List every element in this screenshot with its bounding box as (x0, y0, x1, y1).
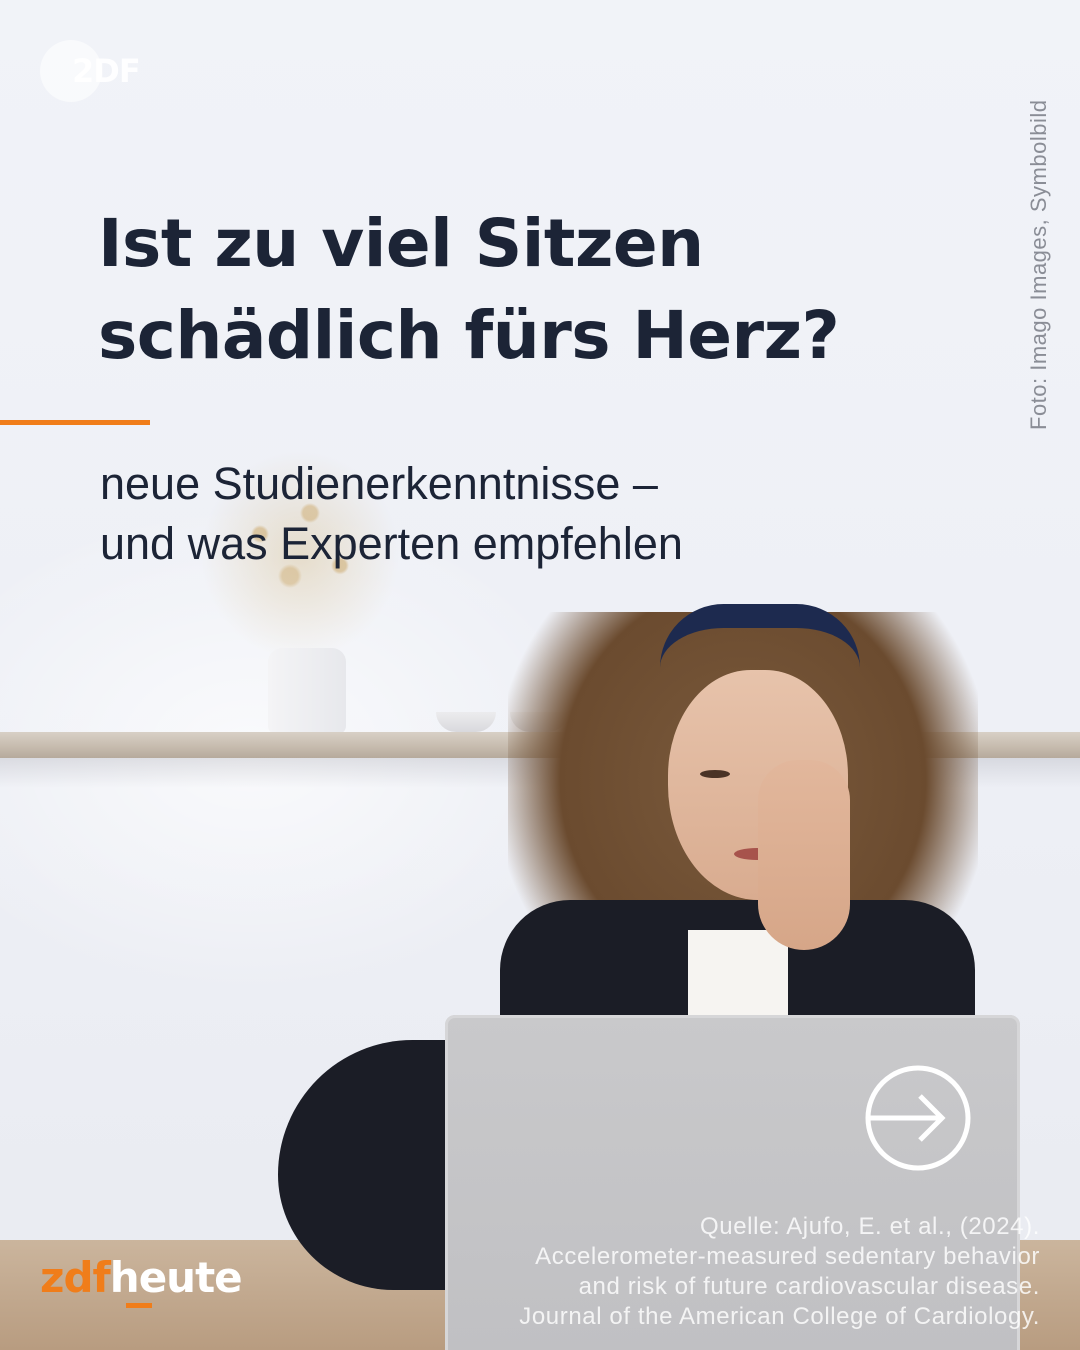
next-button[interactable] (864, 1064, 972, 1172)
headline-line: schädlich fürs Herz? (98, 297, 840, 374)
zdfheute-logo: zdfheute (40, 1252, 243, 1304)
source-line: Quelle: Ajufo, E. et al., (2024). (700, 1213, 1040, 1240)
arrow-right-circle-icon (865, 1065, 971, 1171)
slide: 2DF Ist zu viel Sitzen schädlich fürs He… (0, 0, 1080, 1350)
source-citation: Quelle: Ajufo, E. et al., (2024). Accele… (440, 1212, 1040, 1332)
source-line: Journal of the American College of Cardi… (519, 1303, 1040, 1330)
subheadline-line: und was Experten empfehlen (100, 518, 683, 569)
headline: Ist zu viel Sitzen schädlich fürs Herz? (98, 198, 978, 382)
headline-line: Ist zu viel Sitzen (98, 205, 704, 282)
person-blouse (688, 930, 788, 1020)
zdf-watermark-text: 2DF (72, 52, 141, 90)
accent-divider (0, 420, 150, 425)
source-line: and risk of future cardiovascular diseas… (578, 1273, 1040, 1300)
photo-credit: Foto: Imago Images, Symbolbild (1026, 99, 1051, 430)
subheadline: neue Studienerkenntnisse – und was Exper… (100, 454, 900, 574)
source-line: Accelerometer-measured sedentary behavio… (535, 1243, 1040, 1270)
vase (268, 648, 346, 734)
brand-heute: heute (109, 1253, 243, 1302)
brand-underline (126, 1303, 152, 1308)
person-hand (758, 760, 850, 950)
subheadline-line: neue Studienerkenntnisse – (100, 458, 658, 509)
person-eye (700, 770, 730, 778)
brand-zdf: zdf (40, 1253, 111, 1302)
person-headband (660, 604, 860, 674)
